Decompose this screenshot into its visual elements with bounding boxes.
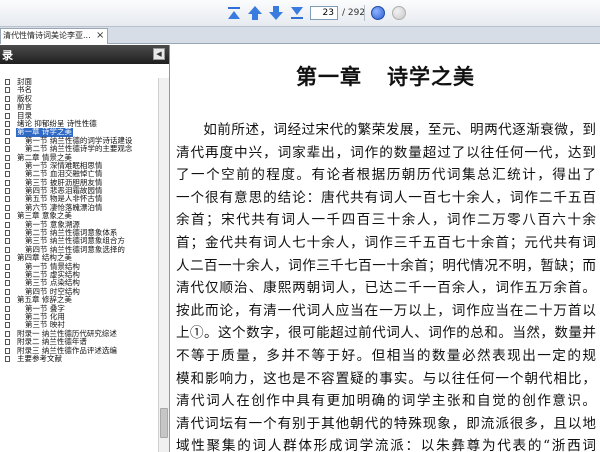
text-line: 模和影响力，这也是不容置疑的事实。与以往任何一个朝代相比，	[176, 370, 596, 387]
bookmark-sidebar: 录 ◀ 封面 书名 版权 前言 目录 绪论 抑郁纷呈 诗性性德 第一章 诗学之美 第一节 纳兰…	[0, 45, 170, 452]
bookmark-page-icon	[5, 204, 10, 211]
bookmark-page-icon	[5, 347, 10, 354]
bookmark-page-icon	[5, 171, 10, 178]
outline-item[interactable]: 第一节 叠字	[0, 304, 158, 313]
bookmark-page-icon	[5, 339, 10, 346]
bookmark-page-icon	[5, 305, 10, 312]
last-page-icon[interactable]	[288, 4, 306, 22]
bookmark-page-icon	[5, 263, 10, 270]
sidebar-scrollbar[interactable]	[158, 78, 169, 452]
go-forward-icon[interactable]	[369, 4, 387, 22]
bookmark-page-icon	[5, 213, 10, 220]
bookmark-page-icon	[5, 179, 10, 186]
text-line: 一个很有意思的结论：唐代共有词人一百七十余人，词作二千五百	[176, 189, 596, 206]
close-icon[interactable]: ×	[96, 29, 104, 43]
outline-list: 封面 书名 版权 前言 目录 绪论 抑郁纷呈 诗性性德 第一章 诗学之美 第一节 纳兰性德的词…	[0, 78, 158, 452]
text-line: 了一个空前的程度。有论者根据历朝历代词集总汇统计，得出了	[176, 167, 596, 184]
bookmark-page-icon	[5, 95, 10, 102]
text-line: 不等于质量，多并不等于好。但相当的数量必然表现出一定的规	[176, 347, 596, 364]
bookmark-page-icon	[5, 355, 10, 362]
bookmark-page-icon	[5, 322, 10, 329]
tab-title: 清代性情诗词美论李亚...	[3, 31, 91, 40]
go-back-icon	[390, 4, 408, 22]
outline-item[interactable]: 第二节 化用	[0, 312, 158, 321]
bookmark-page-icon	[5, 288, 10, 295]
previous-page-icon[interactable]	[246, 4, 264, 22]
document-body: 如前所述，词经过宋代的繁荣发展，至元、明两代逐渐衰微，到清代再度中兴，词家辈出，…	[176, 119, 596, 452]
navigation-toolbar: / 292	[0, 0, 600, 27]
bookmark-page-icon	[5, 330, 10, 337]
chapter-heading: 第一章 诗学之美	[296, 64, 475, 89]
text-line: 上①。这个数字，很可能超过前代词人、词作的总和。当然，数量并	[176, 325, 596, 342]
bookmark-page-icon	[5, 137, 10, 144]
sidebar-header: 录 ◀	[0, 45, 169, 64]
sidebar-title: 录	[2, 49, 13, 62]
text-line: 域性聚集的词人群体形成词学流派：以朱彝尊为代表的“浙西词	[176, 438, 596, 452]
toolbar-separator	[364, 5, 365, 21]
text-line: 清代词人在创作中具有更加明确的词学主张和自觉的创作意识。	[176, 393, 596, 410]
text-line: 余首；宋代共有词人一千四百三十余人，词作二万零八百六十余	[176, 212, 596, 229]
bookmark-page-icon	[5, 271, 10, 278]
text-line: 如前所述，词经过宋代的繁荣发展，至元、明两代逐渐衰微，到	[203, 122, 596, 138]
page-total-label: / 292	[342, 8, 366, 18]
text-line: 首；金代共有词人七十余人，词作三千五百七十余首；元代共有词	[176, 234, 596, 251]
bookmark-page-icon	[5, 154, 10, 161]
text-line: 清代词坛有一个有别于其他朝代的特殊现象，即流派很多，且以地	[176, 415, 596, 432]
outline-item[interactable]: 主要参考文献	[0, 353, 158, 363]
text-line: 清代再度中兴，词家辈出，词作的数量超过了以往任何一代，达到	[176, 144, 596, 161]
first-page-icon[interactable]	[225, 4, 243, 22]
document-tab[interactable]: 清代性情诗词美论李亚... ×	[0, 28, 108, 44]
bookmark-page-icon	[5, 79, 10, 85]
document-tab-bar: 清代性情诗词美论李亚... ×	[0, 27, 600, 44]
bookmark-page-icon	[5, 120, 10, 127]
bookmark-page-icon	[5, 196, 10, 203]
bookmark-page-icon	[5, 255, 10, 262]
collapse-sidebar-icon[interactable]: ◀	[153, 48, 165, 60]
bookmark-page-icon	[5, 230, 10, 237]
bookmark-page-icon	[5, 112, 10, 119]
next-page-icon[interactable]	[267, 4, 285, 22]
scrollbar-thumb[interactable]	[160, 408, 168, 438]
bookmark-page-icon	[5, 87, 10, 94]
bookmark-page-icon	[5, 104, 10, 111]
text-line: 清代仅顺治、康熙两朝词人，已达二千一百余人，词作五万余首。	[176, 280, 596, 297]
bookmark-page-icon	[5, 313, 10, 320]
bookmark-page-icon	[5, 146, 10, 153]
bookmark-page-icon	[5, 280, 10, 287]
bookmark-page-icon	[5, 221, 10, 228]
outline-item[interactable]: 第五章 修辞之美	[0, 295, 158, 304]
text-line: 人二百一十余人，词作三千七百一十余首；明代情况不明，暂缺；而	[176, 257, 596, 274]
page-number-input[interactable]	[310, 6, 338, 20]
text-line: 按此而论，有清一代词人应当在一万以上，词作应当在二十万首以	[176, 302, 596, 319]
bookmark-page-icon	[5, 188, 10, 195]
bookmark-page-icon	[5, 129, 10, 136]
bookmark-page-icon	[5, 238, 10, 245]
bookmark-page-icon	[5, 246, 10, 253]
bookmark-page-icon	[5, 297, 10, 304]
document-page: 第一章 诗学之美 如前所述，词经过宋代的繁荣发展，至元、明两代逐渐衰微，到清代再…	[171, 45, 600, 452]
outline-item-label: 主要参考文献	[17, 353, 62, 363]
bookmark-page-icon	[5, 162, 10, 169]
